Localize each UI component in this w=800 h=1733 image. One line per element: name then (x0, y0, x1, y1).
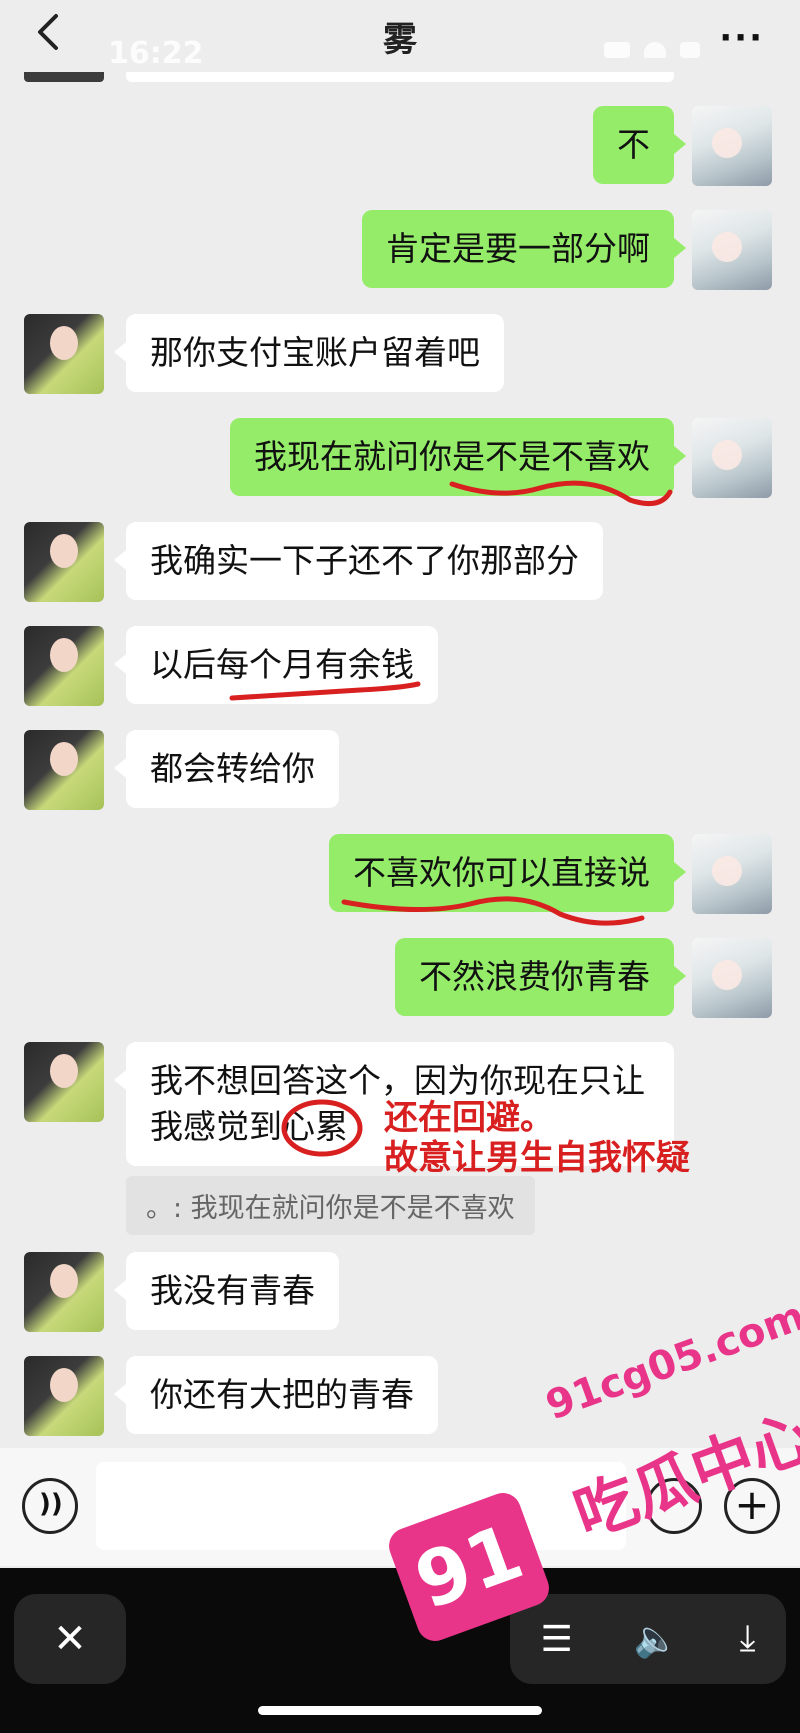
avatar[interactable] (24, 730, 104, 810)
home-indicator (258, 1706, 542, 1715)
close-icon[interactable]: ✕ (14, 1594, 126, 1684)
message-input[interactable] (96, 1462, 626, 1550)
message-bubble[interactable]: 不喜欢你可以直接说 (329, 834, 686, 912)
voice-icon[interactable] (22, 1478, 78, 1534)
download-icon[interactable]: ⤓ (740, 1618, 756, 1660)
toolbar-actions: ☰ 🔈 ⤓ (510, 1594, 786, 1684)
partial-message (24, 72, 104, 82)
message-bubble[interactable]: 都会转给你 (114, 730, 339, 808)
more-icon[interactable]: ··· (719, 18, 764, 58)
signal-icon (604, 42, 630, 58)
avatar[interactable] (24, 1356, 104, 1436)
avatar[interactable] (692, 834, 772, 914)
speaker-icon[interactable]: 🔈 (634, 1618, 679, 1660)
avatar[interactable] (692, 938, 772, 1018)
quoted-message[interactable]: 。: 我现在就问你是不是不喜欢 (126, 1176, 535, 1235)
avatar[interactable] (692, 418, 772, 498)
annotation-line: 故意让男生自我怀疑 (384, 1138, 690, 1178)
message-bubble[interactable]: 不 (593, 106, 686, 184)
annotation-line: 还在回避。 (384, 1098, 554, 1138)
message-bubble[interactable]: 不然浪费你青春 (395, 938, 686, 1016)
wifi-icon (644, 42, 666, 58)
avatar[interactable] (24, 626, 104, 706)
status-icons (604, 42, 700, 58)
message-bubble[interactable]: 那你支付宝账户留着吧 (114, 314, 504, 392)
message-bubble[interactable]: 肯定是要一部分啊 (362, 210, 686, 288)
avatar[interactable] (24, 522, 104, 602)
avatar[interactable] (692, 210, 772, 290)
avatar[interactable] (24, 1252, 104, 1332)
chat-header: 16:22 雾 ··· (0, 0, 800, 80)
message-bubble[interactable]: 我确实一下子还不了你那部分 (114, 522, 603, 600)
battery-icon (680, 42, 700, 58)
message-bubble[interactable]: 我现在就问你是不是不喜欢 (230, 418, 686, 496)
avatar[interactable] (692, 106, 772, 186)
menu-icon[interactable]: ☰ (540, 1619, 572, 1660)
message-bubble[interactable]: 以后每个月有余钱 (114, 626, 438, 704)
message-bubble[interactable]: 我没有青春 (114, 1252, 339, 1330)
annotation-text: 还在回避。 故意让男生自我怀疑 (384, 1098, 690, 1178)
avatar[interactable] (24, 314, 104, 394)
avatar[interactable] (24, 1042, 104, 1122)
message-bubble[interactable]: 你还有大把的青春 (114, 1356, 438, 1434)
partial-bubble (126, 72, 674, 82)
